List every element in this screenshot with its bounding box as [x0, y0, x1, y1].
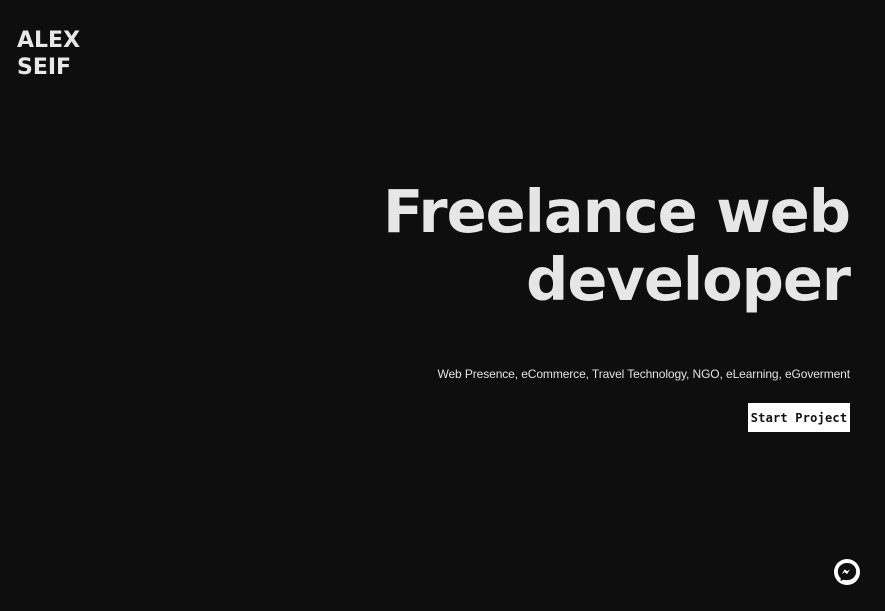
services-tagline: Web Presence, eCommerce, Travel Technolo… [437, 367, 850, 381]
hero-section: Freelance web developer [383, 177, 851, 314]
start-project-button[interactable]: Start Project [748, 403, 850, 432]
messenger-chat-button[interactable] [834, 559, 860, 585]
page: ALEX SEIF Freelance web developer Web Pr… [0, 0, 885, 611]
hero-title-line-2: developer [526, 245, 851, 314]
site-logo[interactable]: ALEX SEIF [17, 27, 80, 81]
logo-line-1: ALEX [17, 28, 81, 53]
logo-line-2: SEIF [17, 55, 72, 80]
messenger-icon [837, 563, 857, 582]
hero-title: Freelance web developer [383, 177, 851, 314]
hero-title-line-1: Freelance web [383, 177, 851, 246]
